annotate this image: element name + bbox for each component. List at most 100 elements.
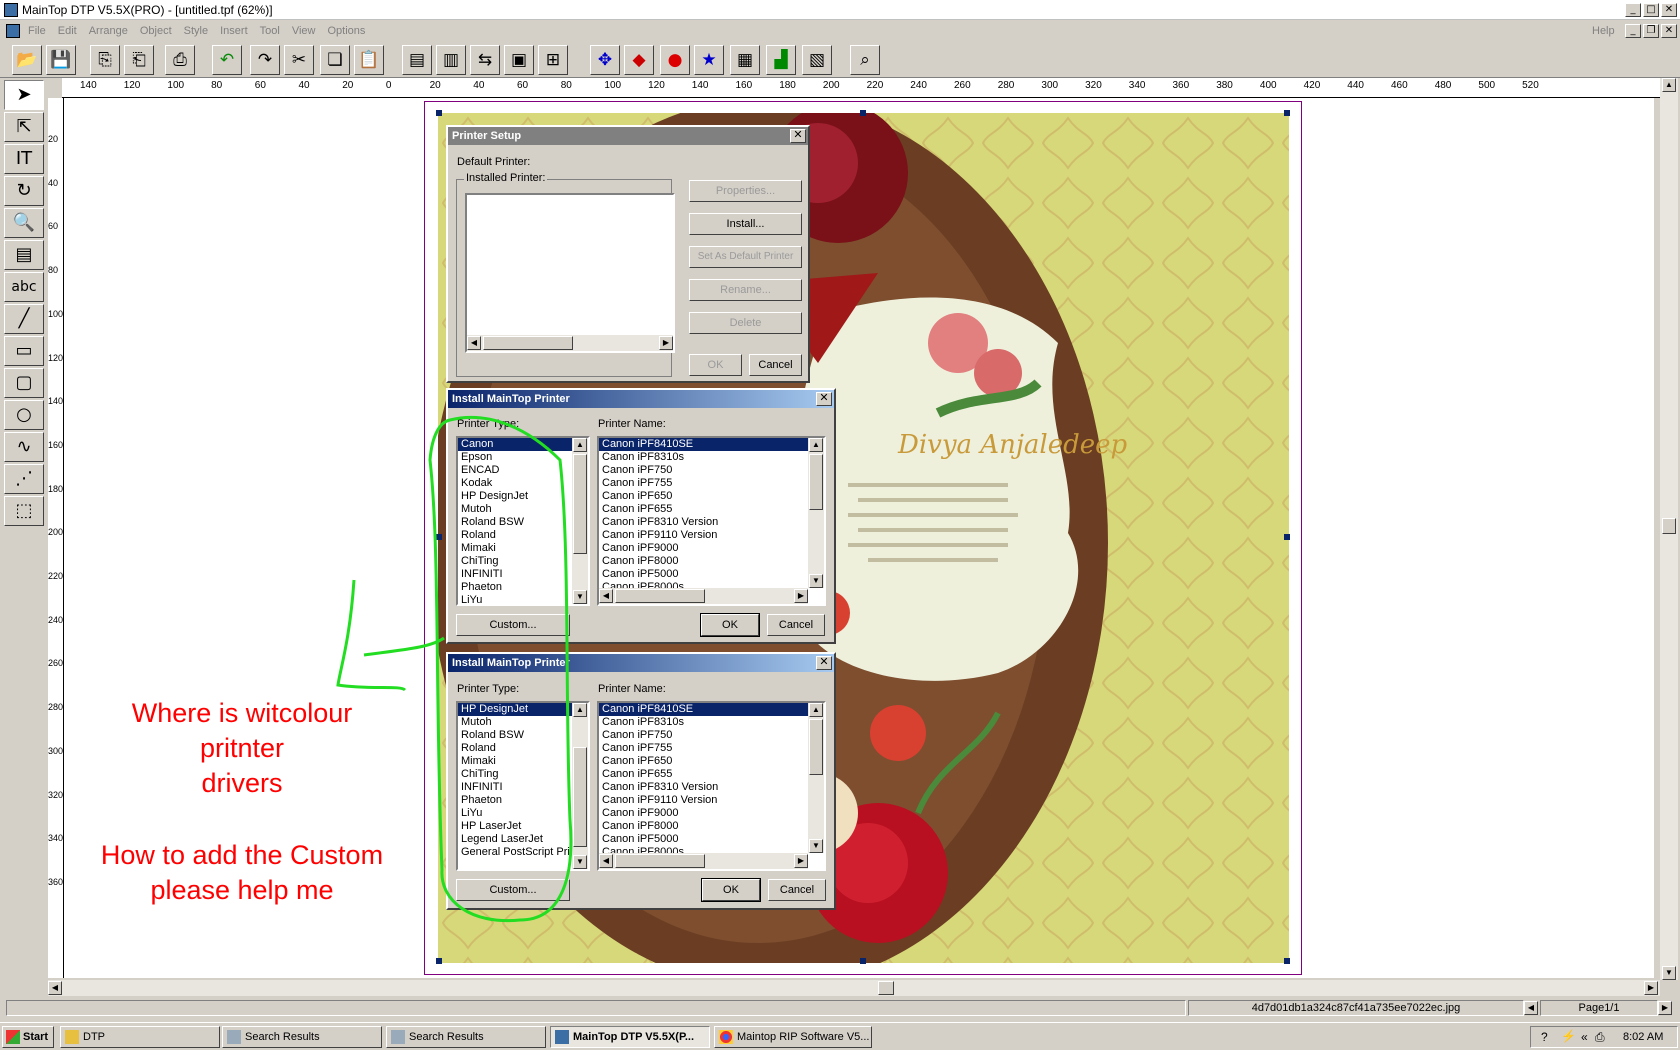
cancel-button[interactable]: Cancel	[749, 354, 802, 376]
start-button[interactable]: Start	[2, 1026, 54, 1048]
selection-handle[interactable]	[1284, 534, 1290, 540]
page-icon[interactable]: ▤	[4, 240, 44, 270]
list-item[interactable]: Canon iPF9110 Version	[599, 794, 824, 807]
doc-restore-icon[interactable]: ❐	[1643, 24, 1659, 38]
order-icon[interactable]: ⇆	[470, 45, 500, 75]
scroll-left-icon[interactable]: ◀	[599, 854, 613, 868]
list-item[interactable]: Canon iPF8310s	[599, 716, 824, 729]
text-tool-icon[interactable]: IT	[4, 144, 44, 174]
cut-icon[interactable]: ✂	[284, 45, 314, 75]
rename-button[interactable]: Rename...	[689, 279, 802, 301]
open-icon[interactable]: 📂	[12, 45, 42, 75]
list-item[interactable]: Canon iPF5000	[599, 568, 824, 581]
map-icon[interactable]: ▦	[730, 45, 760, 75]
ungroup-icon[interactable]: ⊞	[538, 45, 568, 75]
printer-name-list[interactable]: Canon iPF8410SE Canon iPF8310s Canon iPF75…	[597, 436, 826, 606]
menu-help[interactable]: Help	[1586, 21, 1621, 37]
scroll-up-icon[interactable]: ▲	[809, 438, 823, 452]
text-frame-icon[interactable]: ▧	[802, 45, 832, 75]
dimension-tool-icon[interactable]: ⋰	[4, 464, 44, 494]
list-hscrollbar[interactable]: ◀ ▶	[599, 588, 808, 604]
distribute-icon[interactable]: ▥	[436, 45, 466, 75]
cancel-button[interactable]: Cancel	[768, 879, 826, 901]
menu-tool[interactable]: Tool	[254, 21, 286, 37]
taskbar-item-maintop-dtp[interactable]: MainTop DTP V5.5X(P...	[550, 1026, 710, 1048]
list-vscrollbar[interactable]: ▲ ▼	[808, 703, 824, 853]
redo-icon[interactable]: ↷	[250, 45, 280, 75]
color-fill-icon[interactable]: ◆	[624, 45, 654, 75]
move-icon[interactable]: ✥	[590, 45, 620, 75]
close-icon[interactable]: ✕	[816, 392, 832, 406]
zoom-icon[interactable]: 🔍	[4, 208, 44, 238]
menu-object[interactable]: Object	[134, 21, 178, 37]
rounded-rect-tool-icon[interactable]: ▢	[4, 368, 44, 398]
ok-button[interactable]: OK	[689, 354, 742, 376]
next-page-icon[interactable]: ▶	[1658, 1001, 1672, 1015]
list-item[interactable]: Canon iPF8410SE	[599, 438, 824, 451]
list-item[interactable]: Canon iPF5000	[599, 833, 824, 846]
list-item[interactable]: Canon iPF8310s	[599, 451, 824, 464]
selection-handle[interactable]	[1284, 958, 1290, 964]
export-icon[interactable]: ⎗	[124, 45, 154, 75]
list-item[interactable]: Canon iPF655	[599, 503, 824, 516]
curve-tool-icon[interactable]: ∿	[4, 432, 44, 462]
list-item[interactable]: Canon iPF655	[599, 768, 824, 781]
undo-icon[interactable]: ↶	[212, 45, 242, 75]
expand-tray-icon[interactable]: «	[1581, 1030, 1588, 1044]
minimize-icon[interactable]: _	[1625, 3, 1641, 17]
scroll-thumb[interactable]	[809, 719, 823, 775]
scroll-thumb[interactable]	[615, 854, 705, 868]
taskbar-item-maintop-rip[interactable]: Maintop RIP Software V5...	[714, 1026, 872, 1048]
help-icon[interactable]: ?	[1541, 1030, 1548, 1044]
frame-tool-icon[interactable]: ⬚	[4, 496, 44, 526]
list-item[interactable]: Canon iPF8000	[599, 555, 824, 568]
list-vscrollbar[interactable]: ▲ ▼	[808, 438, 824, 588]
paste-icon[interactable]: 📋	[354, 45, 384, 75]
properties-button[interactable]: Properties...	[689, 180, 802, 202]
selection-handle[interactable]	[860, 958, 866, 964]
list-item[interactable]: Canon iPF9110 Version	[599, 529, 824, 542]
rectangle-tool-icon[interactable]: ▭	[4, 336, 44, 366]
close-icon[interactable]: ✕	[816, 656, 832, 670]
save-icon[interactable]: 💾	[46, 45, 76, 75]
app-icon[interactable]	[4, 3, 18, 17]
taskbar-item-search-1[interactable]: Search Results	[222, 1026, 382, 1048]
menu-insert[interactable]: Insert	[214, 21, 254, 37]
scroll-right-icon[interactable]: ▶	[1644, 981, 1658, 995]
delete-button[interactable]: Delete	[689, 312, 802, 334]
chart-icon[interactable]: ▟	[766, 45, 796, 75]
list-item[interactable]: Canon iPF8410SE	[599, 703, 824, 716]
list-item[interactable]: Canon iPF9000	[599, 542, 824, 555]
scroll-thumb[interactable]	[483, 336, 573, 350]
selection-handle[interactable]	[1284, 110, 1290, 116]
list-item[interactable]: Canon iPF755	[599, 477, 824, 490]
list-item[interactable]: Canon iPF650	[599, 490, 824, 503]
scroll-thumb[interactable]	[809, 454, 823, 510]
menu-view[interactable]: View	[286, 21, 322, 37]
close-icon[interactable]: ✕	[790, 129, 806, 143]
ok-button[interactable]: OK	[701, 878, 761, 902]
ok-button[interactable]: OK	[700, 613, 760, 637]
printer-name-list[interactable]: Canon iPF8410SE Canon iPF8310s Canon iPF75…	[597, 701, 826, 871]
menu-options[interactable]: Options	[321, 21, 371, 37]
align-icon[interactable]: ▤	[402, 45, 432, 75]
network-icon[interactable]: ⚡	[1561, 1029, 1576, 1043]
cancel-button[interactable]: Cancel	[767, 614, 825, 636]
list-item[interactable]: Canon iPF750	[599, 729, 824, 742]
list-item[interactable]: Canon iPF8310 Version	[599, 516, 824, 529]
scroll-left-icon[interactable]: ◀	[467, 336, 481, 350]
scroll-up-icon[interactable]: ▲	[1662, 78, 1676, 92]
selection-handle[interactable]	[436, 958, 442, 964]
menu-edit[interactable]: Edit	[52, 21, 83, 37]
list-item[interactable]: Canon iPF755	[599, 742, 824, 755]
set-default-printer-button[interactable]: Set As Default Printer	[689, 246, 802, 268]
list-hscrollbar[interactable]: ◀ ▶	[599, 853, 808, 869]
star-icon[interactable]: ★	[694, 45, 724, 75]
import-icon[interactable]: ⎘	[90, 45, 120, 75]
printer-tray-icon[interactable]: ⎙	[1595, 1030, 1605, 1045]
line-tool-icon[interactable]: ╱	[4, 304, 44, 334]
list-item[interactable]: Canon iPF8000	[599, 820, 824, 833]
copy-icon[interactable]: ❏	[320, 45, 350, 75]
list-item[interactable]: Canon iPF8310 Version	[599, 781, 824, 794]
menu-arrange[interactable]: Arrange	[83, 21, 134, 37]
